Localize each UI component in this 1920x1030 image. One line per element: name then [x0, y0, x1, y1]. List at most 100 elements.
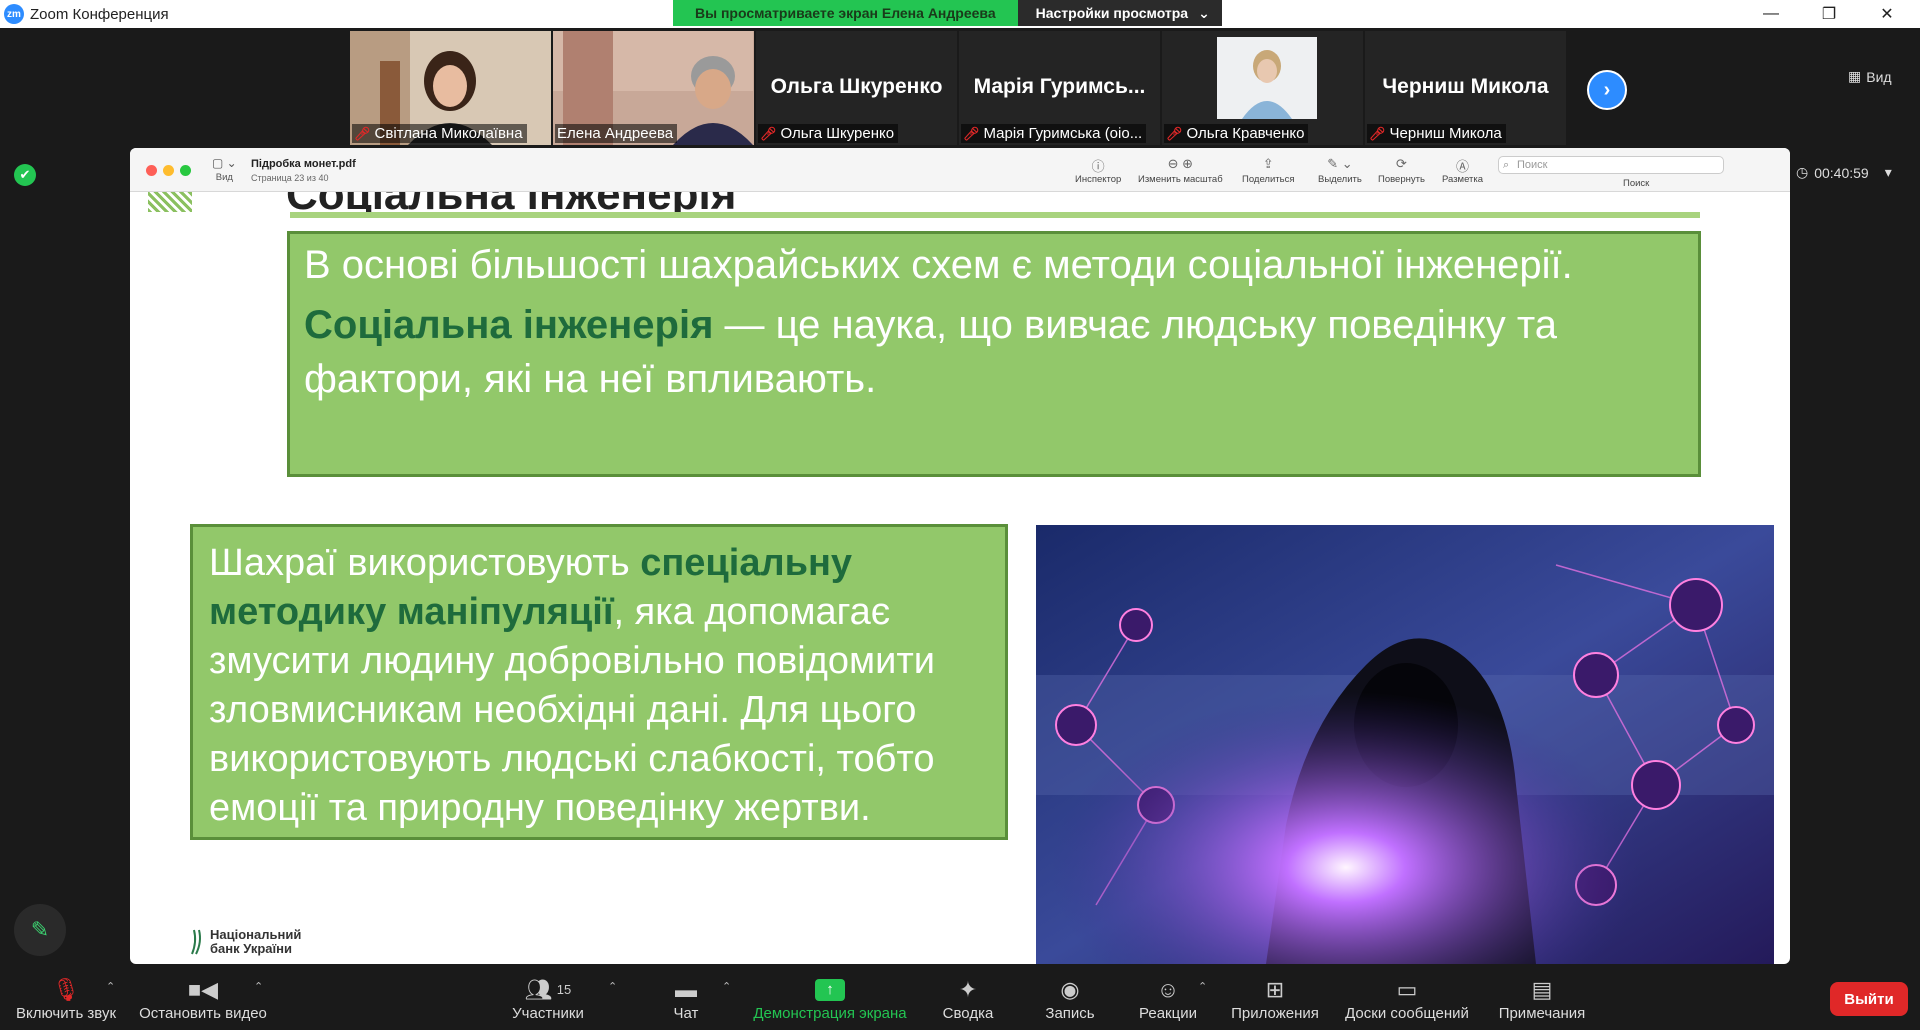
muted-mic-icon: 🎤︎	[1369, 125, 1386, 141]
participant-name: 🎤︎ Ольга Кравченко	[1164, 124, 1309, 143]
meeting-timer[interactable]: ◷ 00:40:59 ▾	[1796, 164, 1892, 181]
participant-name: 🎤︎ Черниш Микола	[1367, 124, 1506, 143]
record-button[interactable]: ◉ Запись	[1040, 966, 1100, 1030]
close-button[interactable]: ✕	[1858, 0, 1916, 28]
traffic-minimize-icon	[163, 165, 174, 176]
chat-options-chevron-icon[interactable]: ⌃	[722, 980, 731, 993]
summary-sparkle-icon: ✦	[958, 976, 978, 1002]
participants-button[interactable]: 👥︎ 15 Участники	[508, 966, 588, 1030]
summary-button[interactable]: ✦ Сводка	[938, 966, 998, 1030]
pencil-icon: ✎	[30, 917, 50, 942]
close-icon: ✕	[1880, 6, 1894, 23]
video-camera-icon: ■◀	[187, 976, 219, 1002]
view-settings-label: Настройки просмотра	[1035, 5, 1189, 21]
grid-icon: ▦	[1848, 68, 1862, 84]
participant-name: 🎤︎ Марія Гуримська (оіо...	[961, 124, 1147, 143]
info-icon: ⓘ	[1091, 159, 1105, 174]
timer-value: 00:40:59	[1814, 164, 1869, 181]
sidebar-toggle: ▢ ⌄ Вид	[212, 156, 237, 183]
national-bank-logo-icon	[191, 929, 201, 955]
meeting-toolbar: 🎙︎ Включить звук ⌃ ■◀ Остановить видео ⌃…	[0, 966, 1920, 1030]
reactions-options-chevron-icon[interactable]: ⌃	[1198, 980, 1207, 993]
participant-display-name: Марія Гуримсь...	[973, 75, 1146, 98]
view-settings-button[interactable]: Настройки просмотра ⌄	[1017, 0, 1222, 26]
participant-name: 🎤︎ Ольга Шкуренко	[758, 124, 899, 143]
tool-zoom: ⊖ ⊕ Изменить масштаб	[1138, 156, 1223, 185]
hacker-illustration	[1036, 525, 1774, 964]
audio-options-chevron-icon[interactable]: ⌃	[106, 980, 115, 993]
chevron-right-icon: ›	[1603, 78, 1611, 101]
chat-button[interactable]: ▬ Чат	[662, 966, 710, 1030]
muted-microphone-icon: 🎙︎	[52, 976, 80, 1002]
record-icon: ◉	[1060, 976, 1080, 1002]
reactions-button[interactable]: ☺ Реакции	[1136, 966, 1200, 1030]
apps-icon: ⊞	[1265, 976, 1285, 1002]
clock-icon: ◷	[1796, 164, 1809, 180]
definition-box: В основі більшості шахрайських схем є ме…	[287, 231, 1701, 477]
manipulation-box: Шахраї використовують спеціальну методик…	[190, 524, 1008, 840]
intro-text: В основі більшості шахрайських схем є ме…	[304, 243, 1573, 287]
rotate-icon: ⟳	[1396, 156, 1407, 171]
title-bar: zm Zoom Конференция Вы просматриваете эк…	[0, 0, 1920, 28]
restore-button[interactable]: ❐	[1800, 0, 1858, 28]
chevron-down-icon: ▾	[1884, 164, 1892, 180]
video-options-chevron-icon[interactable]: ⌃	[254, 980, 263, 993]
security-shield-icon[interactable]: ✔	[14, 164, 36, 186]
share-screen-button[interactable]: ↑ Демонстрация экрана	[748, 966, 912, 1030]
participant-tile[interactable]: 🎤︎ Ольга Кравченко	[1162, 31, 1363, 145]
markup-icon: Ⓐ	[1456, 159, 1470, 174]
apps-button[interactable]: ⊞ Приложения	[1228, 966, 1322, 1030]
muted-mic-icon: 🎤︎	[354, 125, 371, 141]
participant-tile[interactable]: Елена Андреева	[553, 31, 754, 145]
whiteboard-icon: ▭	[1396, 976, 1418, 1002]
muted-mic-icon: 🎤︎	[760, 125, 777, 141]
participant-tile[interactable]: 🎤︎ Світлана Миколаївна	[350, 31, 551, 145]
manipulation-text: Шахраї використовують спеціальну методик…	[209, 542, 935, 829]
shared-screen: ▢ ⌄ Вид Підробка монет.pdf Страница 23 и…	[130, 148, 1790, 964]
stop-video-button[interactable]: ■◀ Остановить видео	[138, 966, 268, 1030]
participants-options-chevron-icon[interactable]: ⌃	[608, 980, 617, 993]
participant-name: Елена Андреева	[555, 124, 678, 143]
title-underline	[290, 212, 1700, 218]
participant-display-name: Ольга Шкуренко	[770, 75, 943, 98]
definition-term: Соціальна інженерія	[304, 303, 714, 347]
whiteboards-button[interactable]: ▭ Доски сообщений	[1340, 966, 1474, 1030]
minimize-icon: —	[1763, 5, 1779, 22]
participant-name: 🎤︎ Світлана Миколаївна	[352, 124, 527, 143]
notes-button[interactable]: ▤ Примечания	[1494, 966, 1590, 1030]
chat-bubble-icon: ▬	[675, 976, 697, 1002]
muted-mic-icon: 🎤︎	[963, 125, 980, 141]
search-label: Поиск	[1623, 178, 1650, 189]
share-screen-icon: ↑	[815, 975, 845, 1005]
pdf-page-info: Страница 23 из 40	[251, 173, 329, 183]
zoom-window: zm Zoom Конференция Вы просматриваете эк…	[0, 0, 1920, 1030]
participant-tile[interactable]: Черниш Микола 🎤︎ Черниш Микола	[1365, 31, 1566, 145]
viewing-banner-text: Вы просматриваете экран Елена Андреева	[673, 0, 1018, 26]
notes-icon: ▤	[1531, 976, 1553, 1002]
search-icon: ⌕	[1503, 159, 1510, 171]
pdf-search-field: ⌕ Поиск	[1498, 156, 1724, 174]
tool-markup: Ⓐ Разметка	[1442, 156, 1483, 185]
muted-mic-icon: 🎤︎	[1166, 125, 1183, 141]
screen-share-banner: Вы просматриваете экран Елена Андреева Н…	[673, 0, 1222, 26]
national-bank-name: Національний банк України	[210, 927, 302, 956]
decorative-stripes	[148, 192, 192, 212]
national-bank-logo: Національний банк України	[190, 928, 301, 956]
view-button[interactable]: ▦ Вид	[1848, 68, 1892, 85]
traffic-close-icon	[146, 165, 157, 176]
participant-tile[interactable]: Марія Гуримсь... 🎤︎ Марія Гуримська (оіо.…	[959, 31, 1160, 145]
share-icon: ⇪	[1262, 156, 1274, 171]
tool-share: ⇪ Поделиться	[1242, 156, 1295, 185]
presentation-slide: Соціальна інженерія В основі більшості ш…	[148, 192, 1774, 964]
pen-icon: ✎ ⌄	[1327, 156, 1353, 171]
participant-tile[interactable]: Ольга Шкуренко 🎤︎ Ольга Шкуренко	[756, 31, 957, 145]
participants-icon: 👥︎ 15	[524, 976, 572, 1002]
leave-meeting-button[interactable]: Выйти	[1830, 982, 1908, 1016]
app-title: Zoom Конференция	[30, 5, 169, 23]
annotate-button[interactable]: ✎	[14, 904, 66, 956]
chevron-down-icon: ⌄	[1198, 4, 1210, 21]
pdf-viewer-toolbar: ▢ ⌄ Вид Підробка монет.pdf Страница 23 и…	[130, 148, 1790, 192]
next-participants-button[interactable]: ›	[1587, 70, 1627, 110]
minimize-button[interactable]: —	[1742, 0, 1800, 28]
unmute-button[interactable]: 🎙︎ Включить звук	[12, 966, 120, 1030]
